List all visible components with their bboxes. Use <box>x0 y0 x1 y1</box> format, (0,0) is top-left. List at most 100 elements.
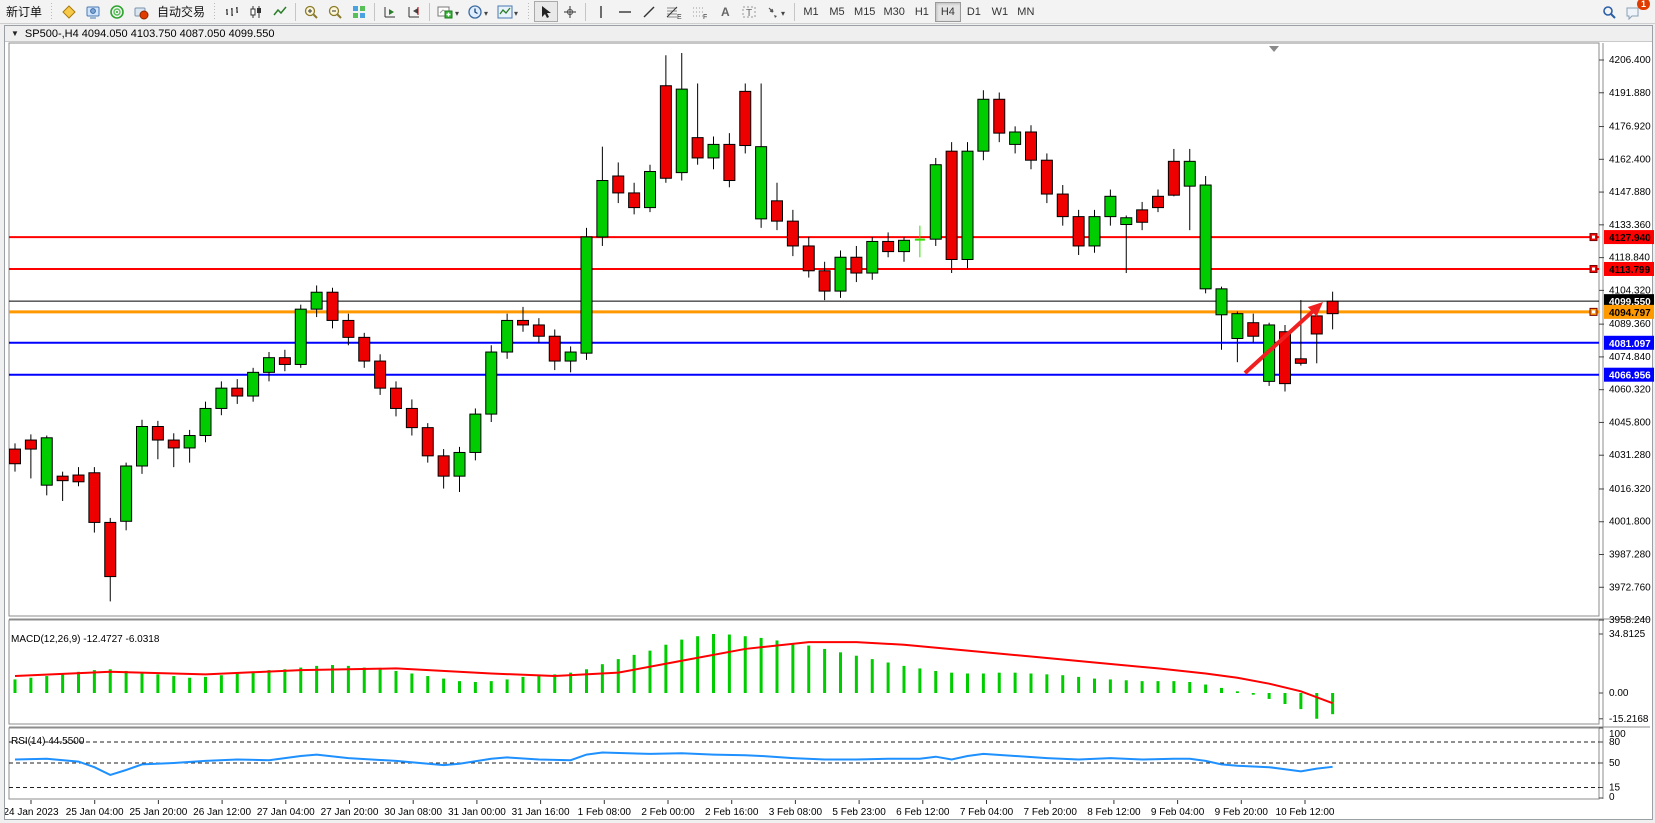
candle-body <box>359 337 370 361</box>
macd-bar <box>950 673 953 693</box>
candle-body <box>883 241 894 251</box>
price-tick-label: 4001.800 <box>1609 517 1651 528</box>
bar-chart-icon[interactable] <box>220 1 244 22</box>
zoom-out-icon[interactable] <box>323 1 347 22</box>
macd-bar <box>1125 680 1128 693</box>
macd-bar <box>220 675 223 693</box>
text-icon[interactable]: A <box>713 1 737 22</box>
candle-body <box>1327 301 1338 313</box>
tile-windows-icon[interactable] <box>347 1 371 22</box>
price-tick-label: 4118.840 <box>1609 253 1650 264</box>
time-axis-label: 9 Feb 04:00 <box>1151 807 1205 818</box>
macd-bar <box>45 676 48 693</box>
candle-body <box>1153 196 1164 207</box>
candle-body <box>73 475 84 482</box>
fibo-icon[interactable]: E <box>661 1 687 22</box>
macd-bar <box>982 674 985 693</box>
timeframe-w1[interactable]: W1 <box>987 2 1013 22</box>
candle-body <box>1073 217 1084 246</box>
macd-bar <box>1061 675 1064 693</box>
price-tick-label: 4045.800 <box>1609 417 1651 428</box>
timeframe-m15[interactable]: M15 <box>850 2 879 22</box>
timeframe-m30[interactable]: M30 <box>879 2 908 22</box>
chevron-down-icon[interactable]: ▼ <box>11 29 19 38</box>
arrows-icon[interactable]: ▾ <box>761 1 791 22</box>
macd-bar <box>998 673 1001 693</box>
candlestick-icon[interactable] <box>244 1 268 22</box>
grid-icon[interactable]: F <box>687 1 713 22</box>
rsi-scale-label: 80 <box>1609 737 1621 748</box>
candle-body <box>311 292 322 309</box>
auto-trading-button[interactable]: 自动交易 <box>153 1 209 22</box>
time-axis-label: 31 Jan 16:00 <box>512 807 570 818</box>
candle-body <box>343 320 354 337</box>
candle-body <box>375 361 386 388</box>
terminal-icon[interactable] <box>81 1 105 22</box>
rsi-scale-label: 0 <box>1609 792 1615 803</box>
time-axis-label: 30 Jan 08:00 <box>384 807 442 818</box>
strategy-icon[interactable] <box>105 1 129 22</box>
zoom-in-icon[interactable] <box>299 1 323 22</box>
autotrade-icon[interactable] <box>129 1 153 22</box>
candle-body <box>803 246 814 271</box>
macd-bar <box>1045 674 1048 693</box>
candle-body <box>1216 289 1227 315</box>
chart-title: SP500-,H4 4094.050 4103.750 4087.050 409… <box>25 28 275 40</box>
macd-bar <box>1204 685 1207 693</box>
new-chart-icon[interactable]: ▾ <box>433 1 463 22</box>
timeframe-mn[interactable]: MN <box>1013 2 1039 22</box>
price-tick-label: 3987.280 <box>1609 550 1651 561</box>
new-order-button[interactable]: 新订单 <box>2 1 46 22</box>
macd-bar <box>585 669 588 693</box>
macd-scale-label: -15.2168 <box>1609 714 1649 725</box>
candle-body <box>692 138 703 158</box>
candle-body <box>1184 161 1195 186</box>
macd-bar <box>283 669 286 693</box>
candle-body <box>851 257 862 273</box>
time-axis-label: 10 Feb 12:00 <box>1276 807 1335 818</box>
candle-body <box>248 372 259 396</box>
candle-body <box>470 414 481 452</box>
chart-canvas[interactable]: 4206.4004191.8804176.9204162.4004147.880… <box>5 42 1654 821</box>
macd-bar <box>791 643 794 693</box>
chart-titlebar[interactable]: ▼ SP500-,H4 4094.050 4103.750 4087.050 4… <box>5 26 1652 42</box>
macd-bar <box>410 674 413 693</box>
search-icon[interactable] <box>1597 1 1621 22</box>
timeframe-m5[interactable]: M5 <box>824 2 850 22</box>
timeframe-m1[interactable]: M1 <box>798 2 824 22</box>
period-icon[interactable]: ▾ <box>463 1 493 22</box>
candle-body <box>200 408 211 435</box>
candle-body <box>1168 161 1179 195</box>
timeframe-h1[interactable]: H1 <box>909 2 935 22</box>
macd-bar <box>712 634 715 693</box>
template-icon[interactable]: ▾ <box>493 1 523 22</box>
time-axis-label: 27 Jan 04:00 <box>257 807 315 818</box>
time-axis-label: 8 Feb 12:00 <box>1087 807 1141 818</box>
candle-body <box>295 309 306 364</box>
time-axis-label: 2 Feb 16:00 <box>705 807 759 818</box>
candle-body <box>533 325 544 336</box>
new-order-icon[interactable] <box>57 1 81 22</box>
macd-bar <box>1252 693 1255 695</box>
line-chart-icon[interactable] <box>268 1 292 22</box>
cursor-icon[interactable] <box>534 1 558 22</box>
indicator-window-icon[interactable] <box>378 1 402 22</box>
macd-bar <box>252 672 255 693</box>
crosshair-icon[interactable] <box>558 1 582 22</box>
hline-icon[interactable] <box>613 1 637 22</box>
candle-body <box>327 292 338 320</box>
macd-bar <box>633 655 636 693</box>
price-line-label: 4127.940 <box>1609 233 1651 244</box>
notifications-icon[interactable]: 1 <box>1621 1 1645 22</box>
timeframe-h4[interactable]: H4 <box>935 2 961 22</box>
main-plot-area[interactable] <box>9 43 1599 616</box>
candle-body <box>486 352 497 414</box>
candle-body <box>899 240 910 251</box>
candle-body <box>772 201 783 221</box>
timeframe-d1[interactable]: D1 <box>961 2 987 22</box>
chart-shift-icon[interactable] <box>402 1 426 22</box>
vline-icon[interactable] <box>589 1 613 22</box>
candle-body <box>25 440 36 449</box>
trendline-icon[interactable] <box>637 1 661 22</box>
label-icon[interactable]: T <box>737 1 761 22</box>
